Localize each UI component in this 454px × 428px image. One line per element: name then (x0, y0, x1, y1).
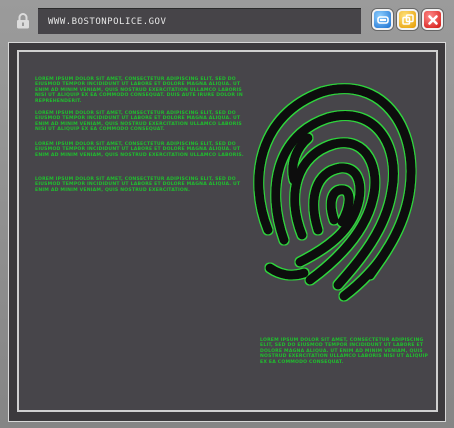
address-bar[interactable]: WWW.BOSTONPOLICE.GOV (38, 8, 361, 34)
text-paragraph-4: LOREM IPSUM DOLOR SIT AMET, CONSECTETUR … (35, 177, 241, 193)
minimize-icon (376, 15, 389, 24)
browser-window: WWW.BOSTONPOLICE.GOV LOREM IPSUM DOLOR S… (0, 0, 454, 428)
close-icon (427, 14, 438, 25)
text-paragraph-1: LOREM IPSUM DOLOR SIT AMET, CONSECTETUR … (35, 77, 243, 104)
maximize-button[interactable] (397, 9, 418, 30)
fingerprint-icon (254, 84, 416, 301)
text-paragraph-5: LOREM IPSUM DOLOR SIT AMET, CONSECTETUR … (260, 338, 429, 365)
minimize-button[interactable] (372, 9, 393, 30)
close-button[interactable] (422, 9, 443, 30)
text-paragraph-2: LOREM IPSUM DOLOR SIT AMET, CONSECTETUR … (35, 111, 242, 133)
maximize-icon (401, 13, 414, 25)
lock-icon[interactable] (8, 8, 38, 34)
text-paragraph-3: LOREM IPSUM DOLOR SIT AMET, CONSECTETUR … (35, 142, 244, 158)
